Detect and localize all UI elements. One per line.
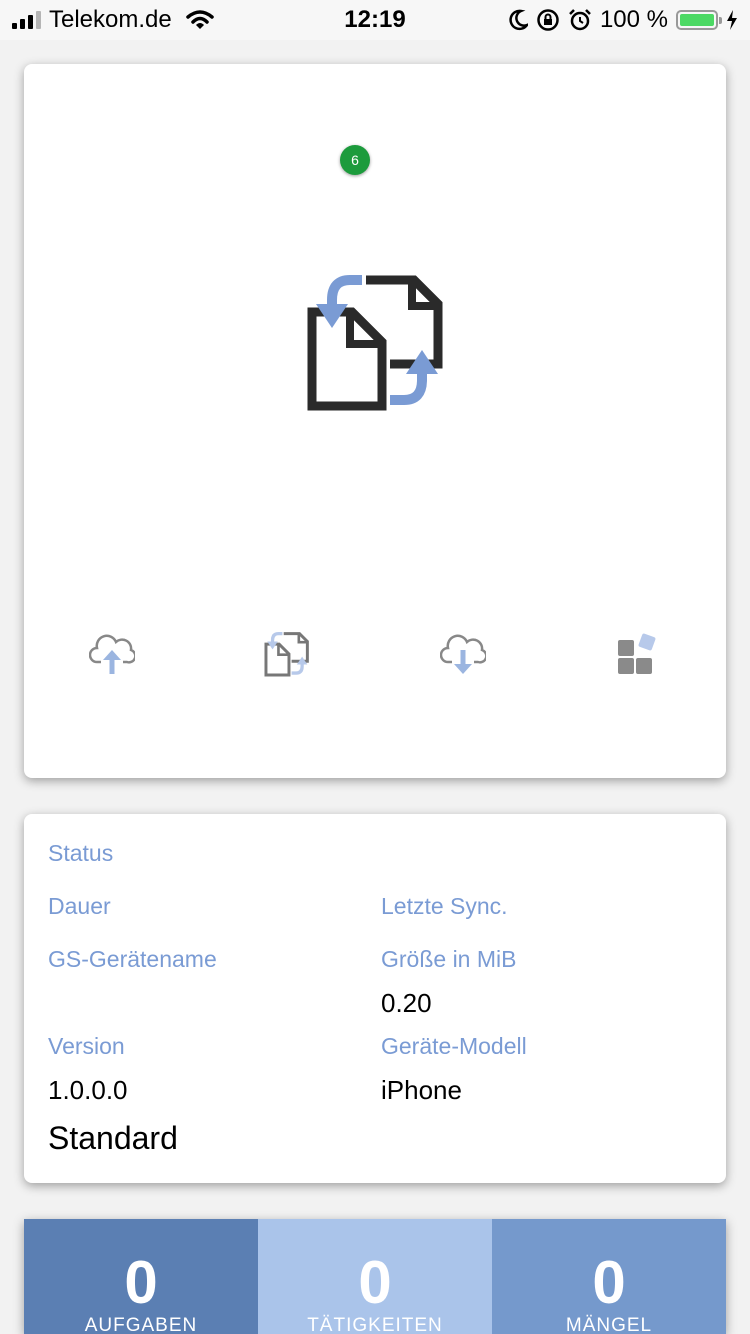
battery-icon bbox=[676, 10, 722, 30]
upload-button[interactable] bbox=[82, 624, 142, 684]
duration-label: Dauer bbox=[48, 893, 111, 919]
stat-tasks-count: 0 bbox=[124, 1249, 158, 1316]
pending-count-badge: 6 bbox=[340, 145, 370, 175]
battery-percentage: 100 % bbox=[599, 6, 668, 33]
sync-card: 6 bbox=[24, 64, 726, 778]
cloud-upload-icon bbox=[88, 634, 135, 674]
stat-defects-label: MÄNGEL bbox=[565, 1315, 653, 1334]
charging-bolt-icon bbox=[727, 10, 737, 30]
sync-action-bar bbox=[24, 624, 726, 684]
sync-files-icon[interactable] bbox=[306, 272, 446, 417]
model-value: iPhone bbox=[381, 1075, 462, 1105]
stat-activities-label: TÄTIGKEITEN bbox=[307, 1315, 443, 1334]
version-value: 1.0.0.0 bbox=[48, 1075, 128, 1105]
version-label: Version bbox=[48, 1033, 125, 1059]
moon-icon bbox=[509, 9, 528, 31]
device-name-label: GS-Gerätename bbox=[48, 946, 217, 972]
last-sync-label: Letzte Sync. bbox=[381, 893, 508, 919]
rotation-lock-icon bbox=[537, 9, 559, 31]
status-right: 100 % bbox=[508, 6, 738, 34]
download-button[interactable] bbox=[433, 624, 493, 684]
sync-button[interactable] bbox=[257, 624, 317, 684]
stat-tasks-label: AUFGABEN bbox=[84, 1315, 198, 1334]
cloud-download-icon bbox=[439, 634, 486, 674]
stat-activities[interactable]: 0 TÄTIGKEITEN bbox=[258, 1219, 492, 1334]
model-label: Geräte-Modell bbox=[381, 1033, 527, 1059]
alarm-icon bbox=[569, 9, 591, 31]
stat-defects-count: 0 bbox=[592, 1249, 626, 1316]
size-label: Größe in MiB bbox=[381, 946, 517, 972]
apps-icon bbox=[618, 633, 656, 674]
stat-tasks[interactable]: 0 AUFGABEN bbox=[24, 1219, 258, 1334]
stat-defects[interactable]: 0 MÄNGEL bbox=[492, 1219, 726, 1334]
stats-bar: 0 AUFGABEN 0 TÄTIGKEITEN 0 MÄNGEL bbox=[24, 1219, 726, 1334]
sync-files-icon bbox=[264, 631, 310, 677]
status-label: Status bbox=[48, 840, 114, 866]
device-info-card: Status Dauer Letzte Sync. GS-Gerätename … bbox=[24, 814, 726, 1183]
apps-button[interactable] bbox=[608, 624, 668, 684]
profile-value: Standard bbox=[48, 1120, 178, 1156]
size-value: 0.20 bbox=[381, 988, 432, 1018]
status-bar: Telekom.de 12:19 100 % bbox=[0, 0, 750, 40]
stat-activities-count: 0 bbox=[358, 1249, 392, 1316]
